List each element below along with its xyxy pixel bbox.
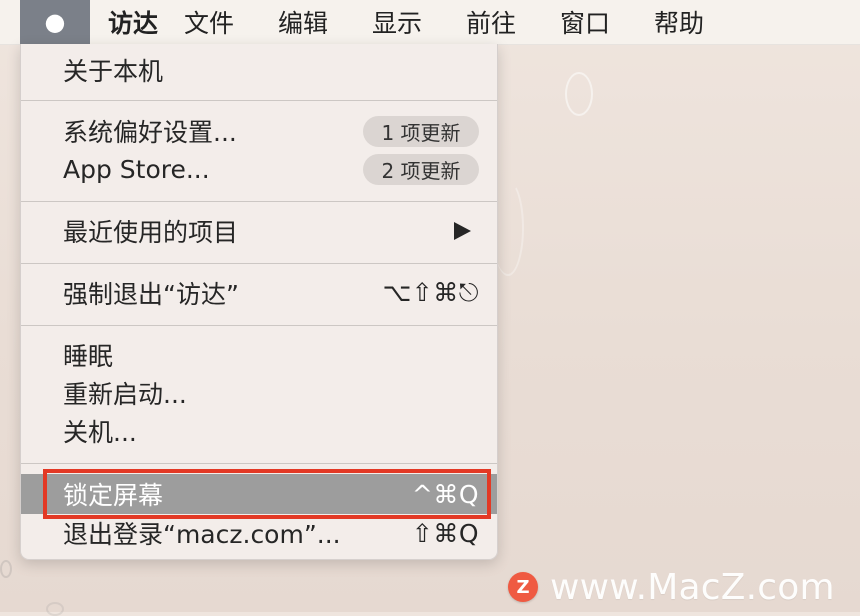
menu-item-label: 重新启动... bbox=[63, 380, 187, 409]
menu-item-sleep[interactable]: 睡眠 bbox=[21, 336, 497, 374]
apple-menu-button[interactable]: ● bbox=[20, 0, 90, 44]
watermark-text: www.MacZ.com bbox=[550, 566, 835, 608]
menu-item-restart[interactable]: 重新启动... bbox=[21, 374, 497, 412]
menu-item-shutdown[interactable]: 关机... bbox=[21, 412, 497, 450]
menu-item-label: 锁定屏幕 bbox=[63, 481, 164, 510]
keyboard-shortcut: ⌥⇧⌘⎋ bbox=[382, 278, 479, 307]
menu-item-log-out[interactable]: 退出登录“macz.com”... ⇧⌘Q bbox=[21, 514, 497, 552]
menu-bar: ● 访达 文件 编辑 显示 前往 窗口 帮助 bbox=[0, 0, 860, 45]
menu-item-right: ⌥⇧⌘⎋ bbox=[382, 278, 479, 308]
menu-separator bbox=[21, 463, 497, 464]
menu-item-label: 系统偏好设置... bbox=[63, 118, 237, 147]
apple-menu-dropdown: 关于本机 系统偏好设置... 1 项更新 App Store... 2 项更新 … bbox=[20, 44, 498, 560]
menu-separator bbox=[21, 263, 497, 264]
menu-item-right: 2 项更新 bbox=[363, 153, 479, 185]
keyboard-shortcut: ⇧⌘Q bbox=[411, 518, 479, 548]
menu-separator bbox=[21, 201, 497, 202]
menu-item-label: 睡眠 bbox=[63, 342, 114, 371]
menu-item-label: 退出登录“macz.com”... bbox=[63, 520, 341, 549]
update-badge: 2 项更新 bbox=[363, 153, 479, 185]
menu-item-label: 最近使用的项目 bbox=[63, 218, 239, 247]
app-menu-label: 访达 bbox=[108, 9, 159, 38]
wallpaper-mark bbox=[565, 72, 593, 116]
menu-item-right bbox=[454, 222, 479, 240]
wallpaper-mark bbox=[0, 560, 12, 578]
menu-item-recent-items[interactable]: 最近使用的项目 bbox=[21, 212, 497, 250]
menu-view[interactable]: 显示 bbox=[372, 0, 466, 44]
chevron-right-icon bbox=[454, 222, 471, 240]
menu-item-right: ^⌘Q bbox=[412, 480, 479, 509]
apple-icon: ● bbox=[44, 8, 66, 36]
menu-view-label: 显示 bbox=[372, 9, 423, 38]
site-watermark: Z www.MacZ.com bbox=[508, 566, 848, 608]
watermark-logo-icon: Z bbox=[508, 572, 538, 602]
menu-item-right: 1 项更新 bbox=[363, 115, 479, 147]
menu-window[interactable]: 窗口 bbox=[560, 0, 654, 44]
wallpaper-mark bbox=[46, 602, 64, 616]
app-menu-finder[interactable]: 访达 bbox=[108, 0, 184, 44]
menu-item-about-this-mac[interactable]: 关于本机 bbox=[21, 51, 497, 89]
menu-item-label: App Store... bbox=[63, 154, 210, 184]
menu-go-label: 前往 bbox=[466, 9, 517, 38]
menu-item-app-store[interactable]: App Store... 2 项更新 bbox=[21, 150, 497, 188]
menu-file[interactable]: 文件 bbox=[184, 0, 278, 44]
update-badge: 1 项更新 bbox=[363, 115, 479, 147]
menu-help[interactable]: 帮助 bbox=[654, 0, 748, 44]
menu-item-label: 强制退出“访达” bbox=[63, 280, 239, 309]
menu-item-right: ⇧⌘Q bbox=[412, 519, 479, 548]
menu-go[interactable]: 前往 bbox=[466, 0, 560, 44]
keyboard-shortcut: ^⌘Q bbox=[411, 479, 479, 509]
menu-separator bbox=[21, 100, 497, 101]
menu-file-label: 文件 bbox=[184, 9, 235, 38]
watermark-logo-letter: Z bbox=[516, 576, 530, 598]
menu-item-system-preferences[interactable]: 系统偏好设置... 1 项更新 bbox=[21, 112, 497, 150]
menu-item-label: 关机... bbox=[63, 418, 137, 447]
menu-item-lock-screen[interactable]: 锁定屏幕 ^⌘Q bbox=[21, 474, 497, 514]
menu-separator bbox=[21, 325, 497, 326]
menu-edit[interactable]: 编辑 bbox=[278, 0, 372, 44]
menu-help-label: 帮助 bbox=[654, 9, 705, 38]
menu-item-force-quit[interactable]: 强制退出“访达” ⌥⇧⌘⎋ bbox=[21, 274, 497, 312]
menu-window-label: 窗口 bbox=[560, 9, 611, 38]
menu-item-label: 关于本机 bbox=[63, 57, 164, 86]
menu-edit-label: 编辑 bbox=[278, 9, 329, 38]
